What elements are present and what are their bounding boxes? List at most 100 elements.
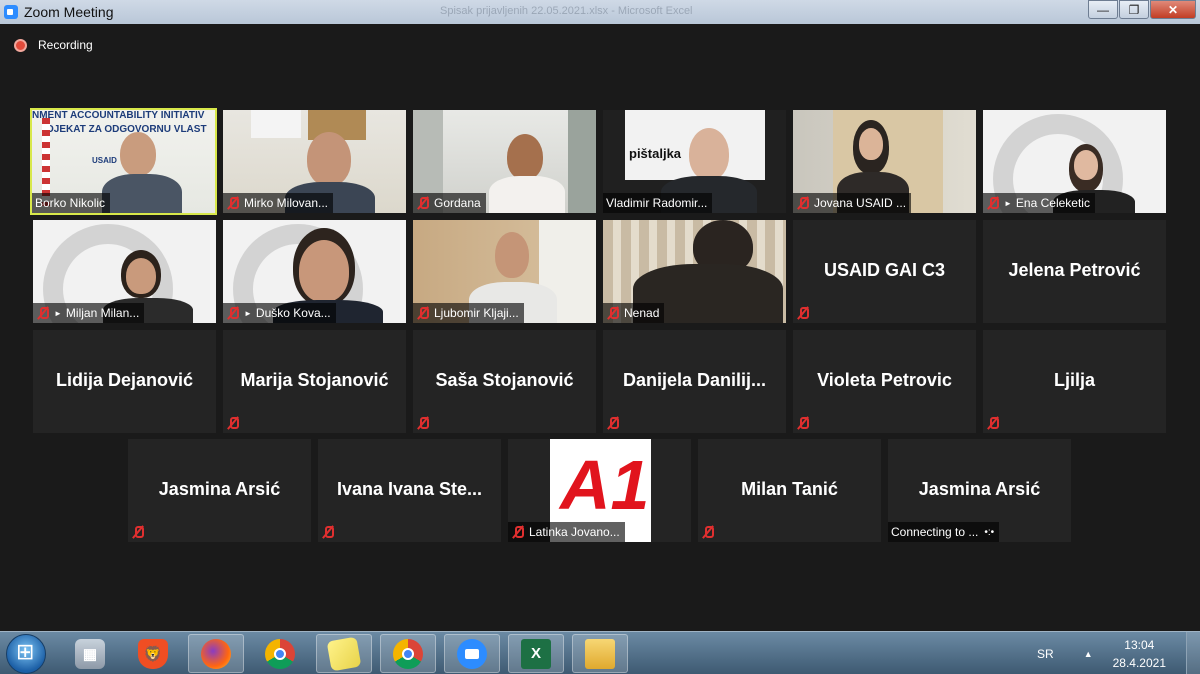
participant-name: Ivana Ivana Ste... [336,479,483,499]
taskbar-chrome-2[interactable] [380,634,436,673]
system-tray: SR ▲ 13:04 28.4.2021 [1037,632,1200,674]
taskbar-explorer[interactable] [572,634,628,673]
taskbar-brave[interactable]: 🦁 [125,634,181,673]
mic-muted-icon [36,306,50,320]
participant-name: Saša Stojanović [435,370,574,390]
window-title: Zoom Meeting [24,4,114,20]
participant-name: Gordana [434,196,481,210]
participant-name: Ljilja [1053,370,1095,390]
taskbar-sticky-notes[interactable] [316,634,372,673]
excel-icon: X [521,638,551,669]
participant-tile-dusko[interactable]: ► Duško Kova... [223,220,406,323]
background-window-title: Spisak prijavljenih 22.05.2021.xlsx - Mi… [440,5,693,17]
participant-name: Milan Tanić [741,479,838,499]
language-indicator[interactable]: SR [1037,647,1054,661]
banner-text-line-1: NMENT ACCOUNTABILITY INITIATIV [32,110,205,120]
mic-muted-icon [131,525,145,539]
participant-name: Lidija Dejanović [55,370,194,390]
mic-muted-icon [416,306,430,320]
arrow-icon: ► [1004,198,1012,208]
clock-time: 13:04 [1124,637,1155,652]
participant-tile-milan[interactable]: Milan Tanić [698,439,881,542]
sticky-notes-icon [326,636,362,671]
participant-name: Jasmina Arsić [918,479,1041,499]
participant-tile-ivana[interactable]: Ivana Ivana Ste... [318,439,501,542]
windows-taskbar: ▦ 🦁 X SR ▲ 13:04 28 [0,631,1200,674]
participant-name: Borko Nikolic [35,196,106,210]
participant-name: Jasmina Arsić [158,479,281,499]
participant-name: Marija Stojanović [240,370,389,390]
mic-muted-icon [796,416,810,430]
recording-label: Recording [38,38,93,52]
participant-tile-lidija[interactable]: Lidija Dejanović [33,330,216,433]
participant-tile-marija[interactable]: Marija Stojanović [223,330,406,433]
show-desktop-button[interactable] [1186,632,1200,674]
participant-tile-violeta[interactable]: Violeta Petrovic [793,330,976,433]
taskbar-excel[interactable]: X [508,634,564,673]
mic-muted-icon [416,196,430,210]
close-button[interactable]: ✕ [1150,0,1196,19]
brave-icon: 🦁 [138,638,168,669]
show-hidden-icons-icon[interactable]: ▲ [1084,649,1093,659]
participant-tile-ljubomir[interactable]: Ljubomir Kljaji... [413,220,596,323]
participant-tile-borko-nikolic[interactable]: NMENT ACCOUNTABILITY INITIATIV OJEKAT ZA… [30,108,217,215]
mic-muted-icon [416,416,430,430]
mic-muted-icon [796,306,810,320]
start-button[interactable] [6,634,46,674]
chrome-icon [393,638,423,669]
taskbar-calculator[interactable]: ▦ [62,634,118,673]
participant-name: Nenad [624,306,660,320]
firefox-icon [201,638,231,669]
participant-tile-latinka[interactable]: A1 Latinka Jovano... [508,439,691,542]
mic-muted-icon [226,416,240,430]
participant-name: Jelena Petrović [1008,260,1141,280]
recording-indicator[interactable]: Recording [14,38,93,52]
participant-tile-gordana[interactable]: Gordana [413,110,596,213]
participant-name: Miljan Milan... [65,306,140,320]
participant-name: Ljubomir Kljaji... [434,306,519,320]
taskbar-chrome[interactable] [252,634,308,673]
participant-name: Vladimir Radomir... [606,196,708,210]
participant-name: Danijela Danilij... [622,370,767,390]
clock-date: 28.4.2021 [1112,655,1166,670]
participant-tile-usaid-gai-c3[interactable]: USAID GAI C3 [793,220,976,323]
participant-tile-ljilja[interactable]: Ljilja [983,330,1166,433]
taskbar-zoom[interactable] [444,634,500,673]
participant-name: Jovana USAID ... [814,196,907,210]
taskbar-firefox[interactable] [188,634,244,673]
participant-name: Ena Celeketic [1015,196,1090,210]
chrome-icon [265,638,295,669]
participant-tile-danijela[interactable]: Danijela Danilij... [603,330,786,433]
zoom-app-icon [4,5,18,19]
pistaljka-sign: pištaljka [629,146,682,161]
connecting-status: Connecting to ... [891,525,979,539]
participant-tile-ena[interactable]: ► Ena Celeketic [983,110,1166,213]
mic-muted-icon [606,416,620,430]
participant-tile-miljan[interactable]: ► Miljan Milan... [33,220,216,323]
title-bar: Zoom Meeting Spisak prijavljenih 22.05.2… [0,0,1200,24]
banner-usaid-text: USAID [92,156,117,165]
participant-tile-mirko[interactable]: Mirko Milovan... [223,110,406,213]
maximize-button[interactable]: ❐ [1119,0,1149,19]
zoom-icon [457,638,487,669]
mic-muted-icon [796,196,810,210]
arrow-icon: ► [54,308,62,318]
mic-muted-icon [986,416,1000,430]
mic-muted-icon [986,196,1000,210]
participant-tile-jelena[interactable]: Jelena Petrović [983,220,1166,323]
recording-dot-icon [14,38,27,52]
participant-tile-sasa[interactable]: Saša Stojanović [413,330,596,433]
participant-tile-jasmina-connecting[interactable]: Jasmina Arsić Connecting to ... •:• [888,439,1071,542]
calculator-icon: ▦ [75,638,105,669]
loading-spinner-icon: •:• [984,526,995,538]
clock[interactable]: 13:04 28.4.2021 [1113,636,1166,672]
mic-muted-icon [226,306,240,320]
participant-name: USAID GAI C3 [823,260,946,280]
participant-name: Duško Kova... [255,306,331,320]
participant-tile-jasmina[interactable]: Jasmina Arsić [128,439,311,542]
mic-muted-icon [701,525,715,539]
participant-tile-nenad[interactable]: Nenad [603,220,786,323]
participant-tile-jovana[interactable]: Jovana USAID ... [793,110,976,213]
participant-tile-vladimir[interactable]: pištaljka Vladimir Radomir... [603,110,786,213]
minimize-button[interactable]: — [1088,0,1118,19]
